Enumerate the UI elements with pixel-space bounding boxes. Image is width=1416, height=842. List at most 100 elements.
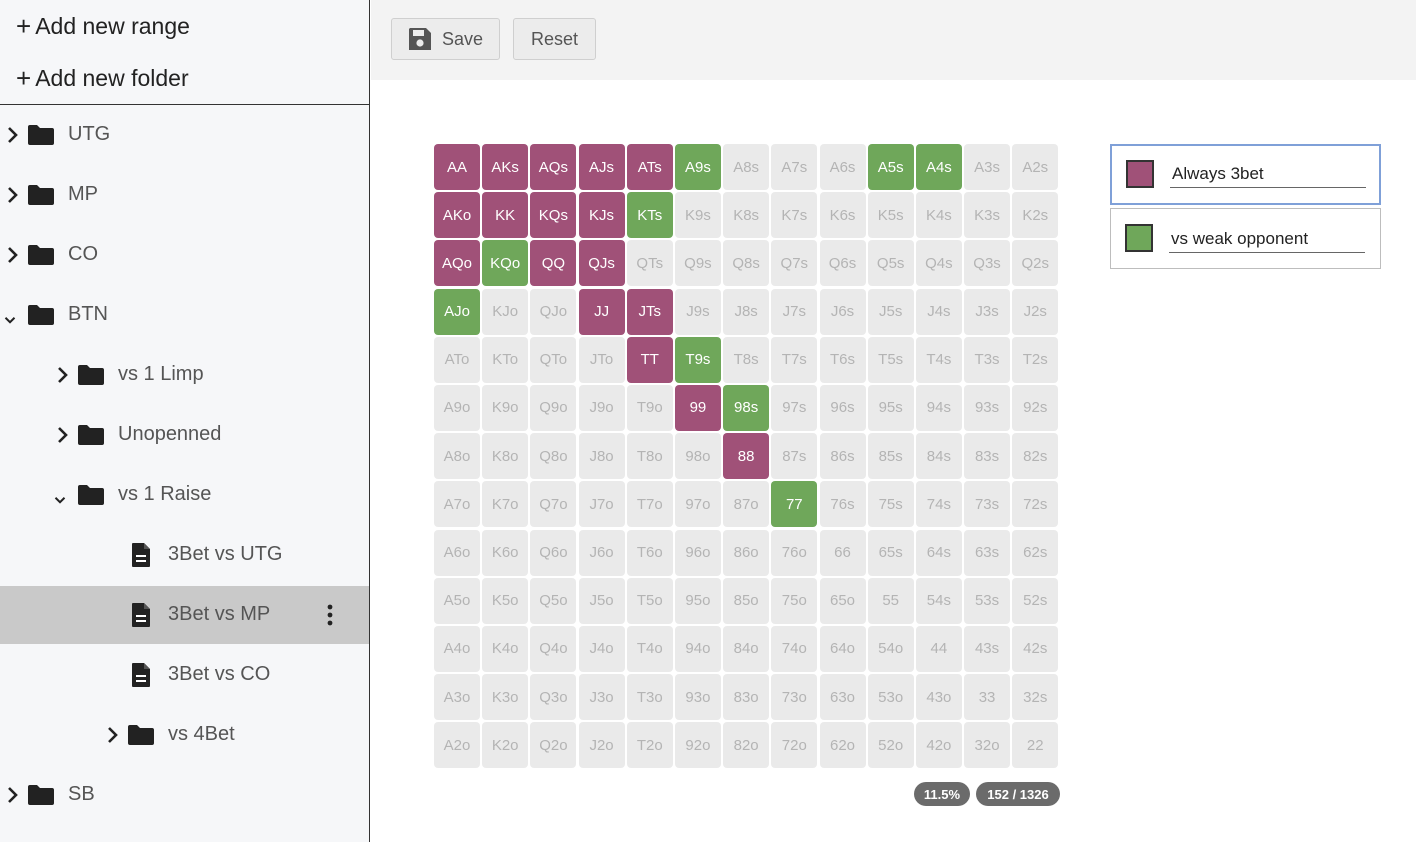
chevron-right-icon[interactable] bbox=[6, 186, 18, 206]
hand-cell-Q3o[interactable]: Q3o bbox=[530, 674, 577, 721]
hand-cell-98s[interactable]: 98s bbox=[723, 384, 770, 431]
action-vs-weak-opponent[interactable] bbox=[1110, 208, 1381, 269]
hand-cell-92s[interactable]: 92s bbox=[1012, 384, 1059, 431]
hand-cell-86s[interactable]: 86s bbox=[819, 433, 866, 480]
hand-cell-83s[interactable]: 83s bbox=[964, 433, 1011, 480]
hand-cell-JJ[interactable]: JJ bbox=[578, 288, 625, 335]
hand-cell-J4s[interactable]: J4s bbox=[915, 288, 962, 335]
tree-item-mp[interactable]: MP bbox=[0, 166, 369, 224]
tree-item-vs-1-limp[interactable]: vs 1 Limp bbox=[0, 346, 369, 404]
hand-cell-76o[interactable]: 76o bbox=[771, 529, 818, 576]
hand-cell-22[interactable]: 22 bbox=[1012, 722, 1059, 769]
always-3bet-swatch[interactable] bbox=[1126, 160, 1154, 188]
hand-cell-T4o[interactable]: T4o bbox=[626, 625, 673, 672]
hand-cell-J9o[interactable]: J9o bbox=[578, 384, 625, 431]
hand-cell-43s[interactable]: 43s bbox=[964, 625, 1011, 672]
hand-cell-55[interactable]: 55 bbox=[867, 577, 914, 624]
hand-cell-K2s[interactable]: K2s bbox=[1012, 192, 1059, 239]
hand-cell-77[interactable]: 77 bbox=[771, 481, 818, 528]
hand-cell-T9o[interactable]: T9o bbox=[626, 384, 673, 431]
hand-cell-J7s[interactable]: J7s bbox=[771, 288, 818, 335]
hand-cell-K2o[interactable]: K2o bbox=[482, 722, 529, 769]
hand-cell-Q7s[interactable]: Q7s bbox=[771, 240, 818, 287]
hand-cell-63o[interactable]: 63o bbox=[819, 674, 866, 721]
hand-cell-Q8o[interactable]: Q8o bbox=[530, 433, 577, 480]
hand-cell-42o[interactable]: 42o bbox=[915, 722, 962, 769]
tree-item-3bet-vs-co[interactable]: 3Bet vs CO bbox=[0, 646, 369, 704]
hand-cell-J3s[interactable]: J3s bbox=[964, 288, 1011, 335]
hand-cell-AJs[interactable]: AJs bbox=[578, 144, 625, 190]
hand-cell-Q9s[interactable]: Q9s bbox=[674, 240, 721, 287]
hand-cell-66[interactable]: 66 bbox=[819, 529, 866, 576]
hand-cell-AQs[interactable]: AQs bbox=[530, 144, 577, 190]
hand-cell-33[interactable]: 33 bbox=[964, 674, 1011, 721]
hand-cell-64s[interactable]: 64s bbox=[915, 529, 962, 576]
chevron-right-icon[interactable] bbox=[56, 366, 68, 386]
hand-cell-94o[interactable]: 94o bbox=[674, 625, 721, 672]
hand-cell-K3o[interactable]: K3o bbox=[482, 674, 529, 721]
hand-cell-75o[interactable]: 75o bbox=[771, 577, 818, 624]
hand-cell-J9s[interactable]: J9s bbox=[674, 288, 721, 335]
hand-cell-97s[interactable]: 97s bbox=[771, 384, 818, 431]
hand-cell-A3o[interactable]: A3o bbox=[434, 674, 480, 721]
hand-cell-A5o[interactable]: A5o bbox=[434, 577, 480, 624]
hand-cell-62o[interactable]: 62o bbox=[819, 722, 866, 769]
hand-cell-74s[interactable]: 74s bbox=[915, 481, 962, 528]
hand-cell-J2o[interactable]: J2o bbox=[578, 722, 625, 769]
hand-cell-43o[interactable]: 43o bbox=[915, 674, 962, 721]
hand-cell-K9o[interactable]: K9o bbox=[482, 384, 529, 431]
hand-cell-Q7o[interactable]: Q7o bbox=[530, 481, 577, 528]
hand-cell-Q6o[interactable]: Q6o bbox=[530, 529, 577, 576]
hand-cell-T8s[interactable]: T8s bbox=[723, 336, 770, 383]
hand-cell-ATs[interactable]: ATs bbox=[626, 144, 673, 190]
hand-cell-53o[interactable]: 53o bbox=[867, 674, 914, 721]
hand-cell-A4o[interactable]: A4o bbox=[434, 625, 480, 672]
hand-cell-T6s[interactable]: T6s bbox=[819, 336, 866, 383]
hand-cell-QTs[interactable]: QTs bbox=[626, 240, 673, 287]
hand-cell-T7s[interactable]: T7s bbox=[771, 336, 818, 383]
hand-cell-KQs[interactable]: KQs bbox=[530, 192, 577, 239]
chevron-right-icon[interactable] bbox=[6, 246, 18, 266]
hand-cell-54s[interactable]: 54s bbox=[915, 577, 962, 624]
hand-cell-62s[interactable]: 62s bbox=[1012, 529, 1059, 576]
always-3bet-name-input[interactable] bbox=[1170, 160, 1366, 188]
hand-cell-94s[interactable]: 94s bbox=[915, 384, 962, 431]
hand-cell-J6s[interactable]: J6s bbox=[819, 288, 866, 335]
more-options-icon[interactable] bbox=[322, 603, 338, 627]
hand-cell-K5s[interactable]: K5s bbox=[867, 192, 914, 239]
hand-cell-93s[interactable]: 93s bbox=[964, 384, 1011, 431]
hand-cell-AJo[interactable]: AJo bbox=[434, 288, 480, 335]
hand-cell-KJs[interactable]: KJs bbox=[578, 192, 625, 239]
vs-weak-opponent-swatch[interactable] bbox=[1125, 224, 1153, 252]
hand-cell-QQ[interactable]: QQ bbox=[530, 240, 577, 287]
tree-item-vs-4bet[interactable]: vs 4Bet bbox=[0, 706, 369, 764]
hand-cell-T5s[interactable]: T5s bbox=[867, 336, 914, 383]
hand-cell-K4s[interactable]: K4s bbox=[915, 192, 962, 239]
hand-cell-T2o[interactable]: T2o bbox=[626, 722, 673, 769]
hand-cell-K3s[interactable]: K3s bbox=[964, 192, 1011, 239]
hand-cell-72s[interactable]: 72s bbox=[1012, 481, 1059, 528]
hand-cell-A8o[interactable]: A8o bbox=[434, 433, 480, 480]
hand-cell-AKs[interactable]: AKs bbox=[482, 144, 529, 190]
hand-cell-J6o[interactable]: J6o bbox=[578, 529, 625, 576]
hand-cell-K7s[interactable]: K7s bbox=[771, 192, 818, 239]
hand-cell-QJo[interactable]: QJo bbox=[530, 288, 577, 335]
hand-cell-84o[interactable]: 84o bbox=[723, 625, 770, 672]
hand-cell-64o[interactable]: 64o bbox=[819, 625, 866, 672]
hand-cell-K7o[interactable]: K7o bbox=[482, 481, 529, 528]
hand-cell-32s[interactable]: 32s bbox=[1012, 674, 1059, 721]
hand-cell-J4o[interactable]: J4o bbox=[578, 625, 625, 672]
hand-cell-Q9o[interactable]: Q9o bbox=[530, 384, 577, 431]
hand-cell-J8o[interactable]: J8o bbox=[578, 433, 625, 480]
hand-cell-A2s[interactable]: A2s bbox=[1012, 144, 1059, 190]
hand-cell-Q5o[interactable]: Q5o bbox=[530, 577, 577, 624]
hand-cell-63s[interactable]: 63s bbox=[964, 529, 1011, 576]
hand-cell-J8s[interactable]: J8s bbox=[723, 288, 770, 335]
hand-cell-87o[interactable]: 87o bbox=[723, 481, 770, 528]
hand-cell-A8s[interactable]: A8s bbox=[723, 144, 770, 190]
hand-cell-Q5s[interactable]: Q5s bbox=[867, 240, 914, 287]
tree-item-vs-1-raise[interactable]: vs 1 Raise bbox=[0, 466, 369, 524]
hand-cell-ATo[interactable]: ATo bbox=[434, 336, 480, 383]
hand-cell-AKo[interactable]: AKo bbox=[434, 192, 480, 239]
chevron-down-icon[interactable] bbox=[54, 490, 66, 510]
